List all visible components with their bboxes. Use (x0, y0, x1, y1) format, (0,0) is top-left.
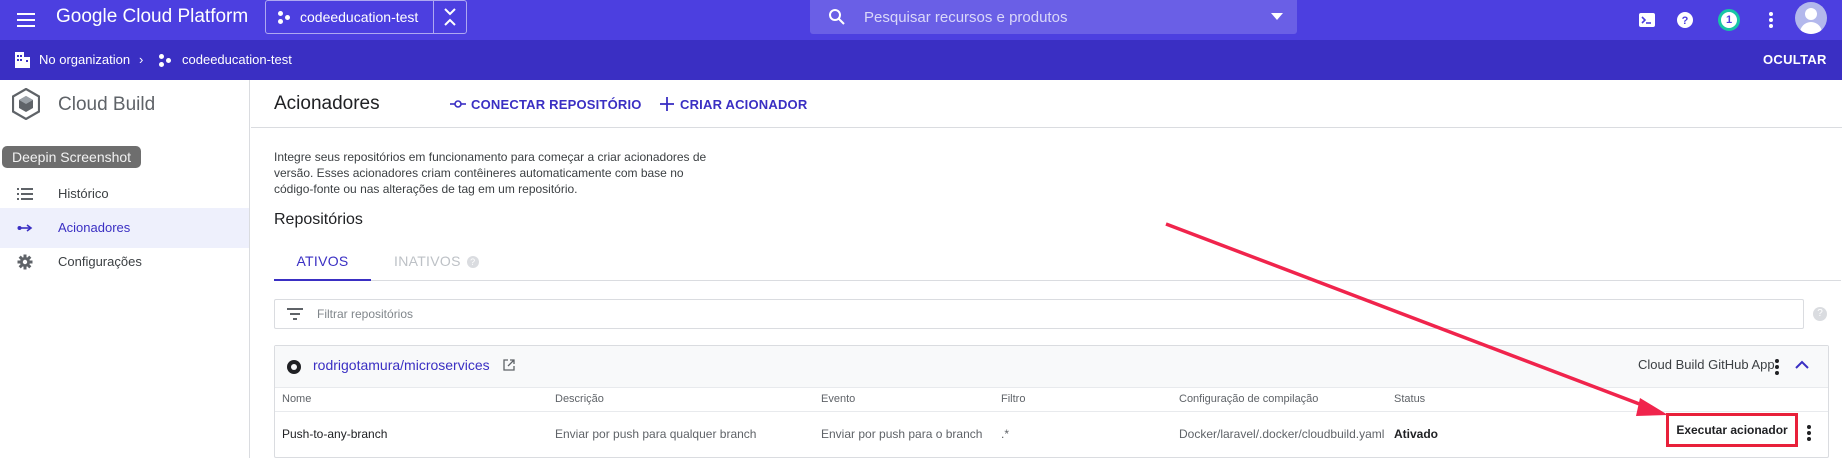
intro-line: código-fonte ou nas alterações de tag em… (274, 182, 578, 196)
top-app-bar: Google Cloud Platform codeeducation-test… (0, 0, 1842, 40)
connect-repository-label: CONECTAR REPOSITÓRIO (471, 96, 642, 112)
connect-repository-button[interactable]: CONECTAR REPOSITÓRIO (450, 96, 642, 112)
avatar[interactable] (1795, 2, 1827, 34)
hide-button[interactable]: OCULTAR (1763, 52, 1827, 67)
list-icon (17, 188, 33, 200)
filter-input[interactable]: Filtrar repositórios (317, 307, 413, 321)
repository-link[interactable]: rodrigotamura/microservices (313, 357, 490, 373)
column-header: Status (1394, 393, 1426, 405)
tab-label: INATIVOS (394, 253, 461, 269)
open-in-new-icon[interactable] (503, 359, 515, 371)
svg-text:?: ? (1682, 15, 1689, 27)
project-selector[interactable]: codeeducation-test (265, 0, 467, 34)
sidebar-title: Cloud Build (58, 94, 156, 115)
sidebar-item-label: Acionadores (58, 220, 131, 235)
plus-icon (660, 97, 674, 111)
trigger-description: Enviar por push para qualquer branch (555, 427, 757, 441)
tab-bar: ATIVOS INATIVOS? (274, 241, 1841, 281)
column-header: Evento (821, 393, 856, 405)
trigger-config: Docker/laravel/.docker/cloudbuild.yaml (1179, 427, 1385, 441)
run-trigger-button[interactable]: Executar acionador (1666, 413, 1798, 447)
project-icon (159, 53, 173, 67)
more-vert-icon[interactable] (1775, 359, 1779, 375)
breadcrumb: No organization › codeeducation-test OCU… (0, 40, 1842, 80)
tab-label: ATIVOS (296, 253, 349, 269)
notification-count-badge: 1 (1718, 9, 1740, 31)
table-row: Push-to-any-branch Enviar por push para … (275, 412, 1828, 458)
trigger-event: Enviar por push para o branch (821, 427, 983, 441)
filter-bar[interactable]: Filtrar repositórios (274, 299, 1804, 329)
sidebar-header: Cloud Build (0, 80, 249, 128)
section-title: Repositórios (274, 211, 363, 228)
project-icon (278, 9, 294, 25)
divider (433, 1, 434, 33)
chevron-down-icon[interactable] (1271, 13, 1283, 20)
create-trigger-label: CRIAR ACIONADOR (680, 96, 808, 112)
column-header: Filtro (1001, 393, 1026, 405)
tab-ativos[interactable]: ATIVOS (274, 241, 371, 281)
screenshot-tooltip: Deepin Screenshot (2, 146, 142, 168)
trigger-filter: .* (1001, 427, 1010, 441)
chevron-up-icon[interactable] (1795, 360, 1809, 370)
tab-inativos[interactable]: INATIVOS? (394, 241, 504, 281)
menu-icon[interactable] (14, 8, 38, 32)
intro-text: Integre seus repositórios em funcionamen… (274, 149, 734, 197)
create-trigger-button[interactable]: CRIAR ACIONADOR (659, 96, 807, 112)
project-name: codeeducation-test (300, 9, 419, 25)
notifications-button[interactable]: 1 (1717, 8, 1741, 32)
status-dropdown[interactable]: Ativado (1394, 427, 1438, 441)
search-input[interactable]: Pesquisar recursos e produtos (864, 9, 1067, 26)
page-header: Acionadores CONECTAR REPOSITÓRIO CRIAR A… (251, 80, 1842, 128)
brand-title[interactable]: Google Cloud Platform (56, 6, 248, 28)
intro-line: Integre seus repositórios em funcionamen… (274, 150, 707, 164)
sidebar-item-label: Histórico (58, 186, 109, 201)
cloud-shell-icon[interactable] (1635, 8, 1659, 32)
main-content: Acionadores CONECTAR REPOSITÓRIO CRIAR A… (251, 80, 1842, 458)
filter-icon (287, 308, 303, 320)
column-header: Nome (282, 393, 312, 405)
sidebar: Cloud Build Deepin Screenshot Histórico … (0, 80, 250, 458)
app-label: Cloud Build GitHub App (1638, 357, 1775, 372)
breadcrumb-project[interactable]: codeeducation-test (182, 52, 292, 67)
github-icon (287, 360, 301, 374)
help-icon[interactable]: ? (1673, 8, 1697, 32)
more-vert-icon[interactable] (1807, 425, 1811, 441)
column-header: Descrição (555, 393, 604, 405)
page-title: Acionadores (274, 93, 380, 114)
help-icon[interactable]: ? (466, 256, 479, 268)
search-bar[interactable]: Pesquisar recursos e produtos (810, 0, 1297, 34)
sidebar-item-configuracoes[interactable]: Configurações (0, 242, 249, 282)
unfold-icon[interactable] (440, 7, 460, 27)
sidebar-item-label: Configurações (58, 254, 142, 269)
intro-line: versão. Esses acionadores criam contêine… (274, 166, 684, 180)
repository-header: rodrigotamura/microservices Cloud Build … (275, 346, 1828, 388)
help-icon[interactable]: ? (1813, 307, 1827, 321)
table-header: Nome Descrição Evento Filtro Configuraçã… (275, 388, 1828, 412)
arrows-icon (17, 224, 33, 232)
more-vert-icon[interactable] (1759, 8, 1783, 32)
cloud-build-logo-icon (12, 88, 40, 120)
gear-icon (17, 254, 33, 270)
organization-icon (15, 52, 30, 68)
connect-icon (450, 100, 466, 108)
repository-card: rodrigotamura/microservices Cloud Build … (274, 345, 1829, 458)
search-icon (829, 9, 845, 25)
trigger-name: Push-to-any-branch (282, 427, 388, 441)
chevron-right-icon: › (139, 52, 144, 67)
column-header: Configuração de compilação (1179, 393, 1319, 405)
breadcrumb-organization[interactable]: No organization (39, 52, 130, 67)
